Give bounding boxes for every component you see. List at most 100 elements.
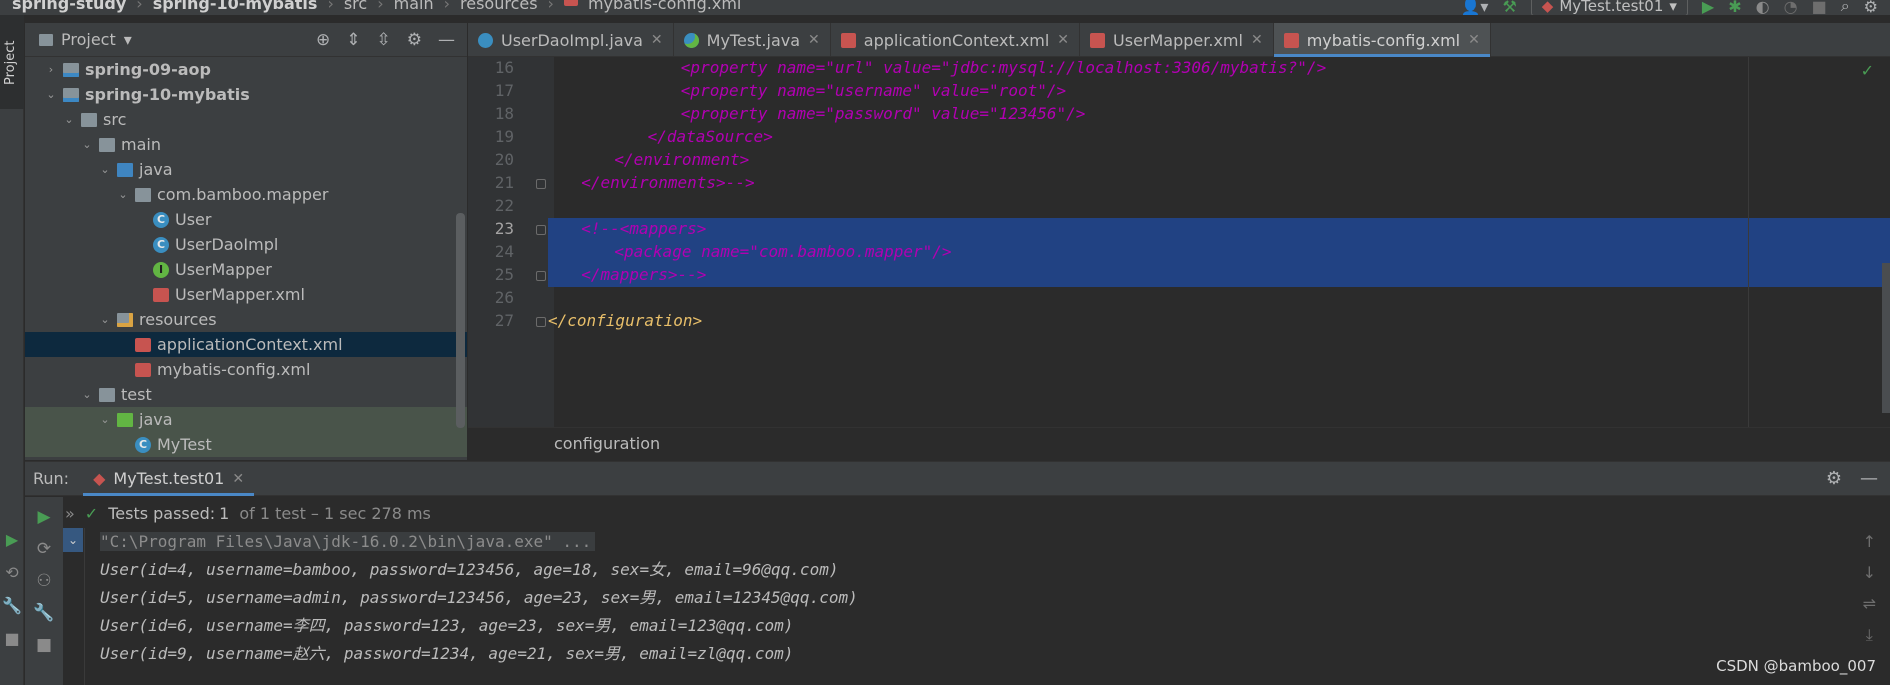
stop-icon[interactable]: ■ xyxy=(1812,0,1827,15)
rerun-failed-icon[interactable]: ⟳ xyxy=(37,539,51,559)
rerun-icon[interactable]: ▶ xyxy=(6,530,18,549)
editor-tab[interactable]: mybatis-config.xml ✕ xyxy=(1273,23,1491,57)
build-hammer-icon[interactable]: ⚒ xyxy=(1502,0,1516,15)
chevron-down-icon[interactable]: ▾ xyxy=(124,30,132,49)
settings-icon[interactable]: ⚙ xyxy=(1864,0,1878,15)
tree-item[interactable]: ⌄ test xyxy=(25,382,467,407)
close-icon[interactable]: ✕ xyxy=(232,471,244,487)
scroll-down-icon[interactable]: ↓ xyxy=(1863,563,1876,582)
collapse-all-icon[interactable]: ⇳ xyxy=(377,30,391,50)
run-tab[interactable]: ◆ MyTest.test01 ✕ xyxy=(83,462,254,496)
coverage-icon[interactable]: ◐ xyxy=(1756,0,1770,15)
search-icon[interactable]: ⌕ xyxy=(1841,0,1850,15)
breadcrumb-item-file[interactable]: mybatis-config.xml xyxy=(588,0,741,13)
tree-item[interactable]: C User xyxy=(25,207,467,232)
user-icon[interactable]: 👤▾ xyxy=(1461,0,1489,15)
fold-marker-icon[interactable] xyxy=(536,225,546,235)
run-icon[interactable]: ▶ xyxy=(1702,0,1714,15)
debug-icon[interactable]: ✱ xyxy=(1728,0,1741,15)
breadcrumb-separator: › xyxy=(136,0,143,13)
editor-tab-label: applicationContext.xml xyxy=(863,30,1050,50)
run-configuration-select[interactable]: ◆ MyTest.test01 ▾ xyxy=(1530,0,1688,15)
hide-panel-icon[interactable]: — xyxy=(1860,468,1878,489)
tree-item[interactable]: ⌄ src xyxy=(25,107,467,132)
java-interface-icon: I xyxy=(153,261,169,278)
close-icon[interactable]: ✕ xyxy=(808,32,820,48)
toggle-auto-test-icon[interactable]: ⚇ xyxy=(36,571,51,591)
tree-item[interactable]: C MyTest xyxy=(25,432,467,457)
expand-icon[interactable]: » xyxy=(65,504,75,523)
chevron-down-icon[interactable]: ⌄ xyxy=(43,88,59,101)
fold-marker-icon[interactable] xyxy=(536,317,546,327)
close-icon[interactable]: ✕ xyxy=(1468,32,1480,48)
tree-item[interactable]: ⌄ java xyxy=(25,407,467,432)
breadcrumb-item-project[interactable]: spring-study xyxy=(12,0,126,13)
expand-all-icon[interactable]: ⇕ xyxy=(346,30,360,50)
hide-panel-icon[interactable]: — xyxy=(438,30,455,50)
chevron-down-icon[interactable]: ⌄ xyxy=(79,138,95,151)
soft-wrap-icon[interactable]: ⇌ xyxy=(1863,594,1876,613)
project-tree-scrollbar[interactable] xyxy=(456,213,465,428)
editor-scrollbar[interactable] xyxy=(1882,263,1890,413)
editor-tab[interactable]: UserDaoImpl.java ✕ xyxy=(468,23,674,57)
tree-item[interactable]: ⌄ main xyxy=(25,132,467,157)
chevron-down-icon[interactable]: ⌄ xyxy=(61,113,77,126)
gear-icon[interactable]: ⚙ xyxy=(407,30,422,50)
tree-item-label: UserMapper xyxy=(175,260,272,279)
fold-marker-icon[interactable] xyxy=(536,179,546,189)
chevron-down-icon[interactable]: ⌄ xyxy=(115,188,131,201)
chevron-down-icon[interactable]: ⌄ xyxy=(97,413,113,426)
xml-breadcrumb-configuration[interactable]: configuration xyxy=(554,434,660,453)
console-output[interactable]: "C:\Program Files\Java\jdk-16.0.2\bin\ja… xyxy=(100,528,858,668)
tree-item[interactable]: ⌄ resources xyxy=(25,307,467,332)
close-icon[interactable]: ✕ xyxy=(651,32,663,48)
chevron-down-icon[interactable]: ⌄ xyxy=(97,163,113,176)
chevron-down-icon[interactable]: ⌄ xyxy=(63,528,83,552)
locate-file-icon[interactable]: ⊕ xyxy=(316,30,330,50)
project-panel-title[interactable]: Project xyxy=(61,30,116,49)
tree-item[interactable]: applicationContext.xml xyxy=(25,332,467,357)
tree-item[interactable]: ⌄ com.bamboo.mapper xyxy=(25,182,467,207)
close-icon[interactable]: ✕ xyxy=(1057,32,1069,48)
code-text: </configuration> xyxy=(548,311,703,330)
tool-wrench-icon[interactable]: 🔧 xyxy=(2,596,22,615)
chevron-down-icon[interactable]: ⌄ xyxy=(97,313,113,326)
profile-icon[interactable]: ◔ xyxy=(1784,0,1798,15)
chevron-right-icon[interactable]: › xyxy=(43,63,59,76)
rerun-icon[interactable]: ▶ xyxy=(37,507,50,527)
project-panel: Project ▾ ⊕ ⇕ ⇳ ⚙ — › spring-09-aop ⌄ sprin… xyxy=(25,23,467,460)
tree-item[interactable]: ⌄ java xyxy=(25,157,467,182)
tree-item[interactable]: I UserMapper xyxy=(25,257,467,282)
editor-tab[interactable]: applicationContext.xml ✕ xyxy=(831,23,1081,57)
editor-breadcrumb-bar: configuration xyxy=(468,427,1890,460)
tree-item-label: mybatis-config.xml xyxy=(157,360,311,379)
tree-item-label: User xyxy=(175,210,212,229)
stop-icon[interactable]: ■ xyxy=(36,635,52,655)
status-count: 1 xyxy=(219,503,230,523)
editor-tab-label: UserMapper.xml xyxy=(1113,30,1243,50)
breadcrumb-item-resources[interactable]: resources xyxy=(460,0,538,13)
tree-item[interactable]: › spring-09-aop xyxy=(25,57,467,82)
editor-tab[interactable]: MyTest.java ✕ xyxy=(674,23,831,57)
tree-item[interactable]: C UserDaoImpl xyxy=(25,232,467,257)
chevron-down-icon[interactable]: ⌄ xyxy=(79,388,95,401)
wrench-icon[interactable]: 🔧 xyxy=(33,603,54,623)
tree-item[interactable]: UserMapper.xml xyxy=(25,282,467,307)
breadcrumb-item-module[interactable]: spring-10-mybatis xyxy=(153,0,318,13)
scroll-to-end-icon[interactable]: ⤓ xyxy=(1866,625,1873,645)
breadcrumb-item-src[interactable]: src xyxy=(344,0,367,13)
editor-tab[interactable]: UserMapper.xml ✕ xyxy=(1080,23,1274,57)
code-line[interactable]: 27 </configuration> xyxy=(468,307,1890,335)
xml-file-icon xyxy=(135,337,151,352)
close-icon[interactable]: ✕ xyxy=(1251,32,1263,48)
gear-icon[interactable]: ⚙ xyxy=(1826,468,1842,489)
tree-item[interactable]: ⌄ spring-10-mybatis xyxy=(25,82,467,107)
tree-item[interactable]: mybatis-config.xml xyxy=(25,357,467,382)
inspection-ok-icon[interactable]: ✓ xyxy=(1861,61,1874,80)
project-tool-tab[interactable]: Project xyxy=(0,15,24,109)
toggle-auto-test-icon[interactable]: ⟲ xyxy=(5,563,18,582)
scroll-up-icon[interactable]: ↑ xyxy=(1863,532,1876,551)
stop-square-icon[interactable]: ■ xyxy=(4,629,19,648)
breadcrumb-item-main[interactable]: main xyxy=(394,0,434,13)
fold-marker-icon[interactable] xyxy=(536,271,546,281)
